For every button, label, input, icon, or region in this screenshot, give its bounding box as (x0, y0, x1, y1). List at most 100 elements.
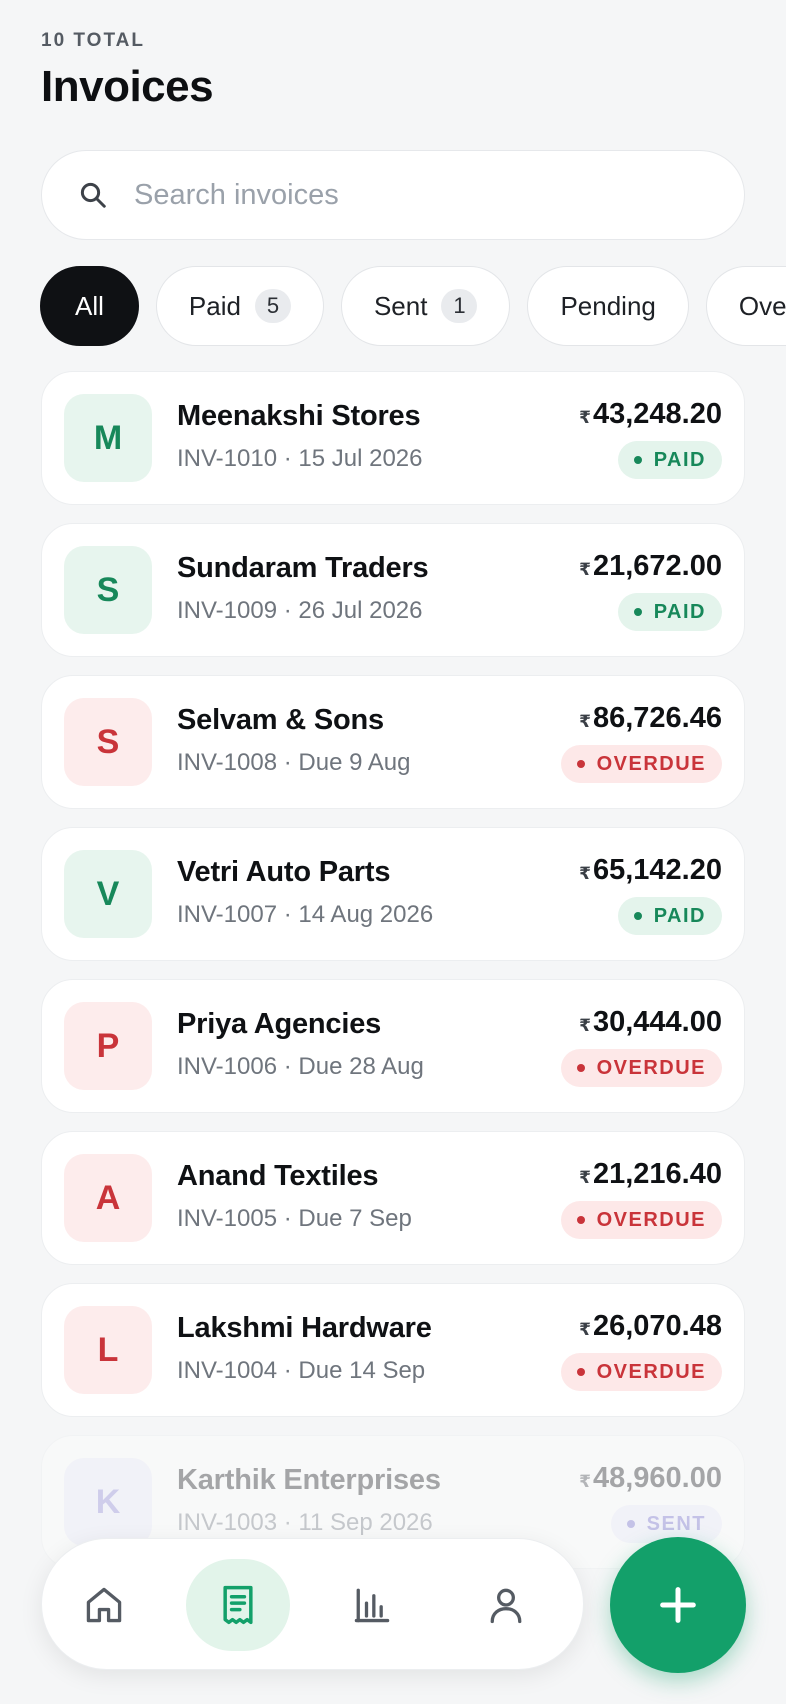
nav-home[interactable] (52, 1559, 156, 1651)
search-input[interactable] (134, 178, 694, 212)
amount-value: 21,672.00 (592, 550, 722, 582)
invoice-card[interactable]: V Vetri Auto Parts INV-1007 · 14 Aug 2026 ₹… (41, 827, 745, 961)
invoice-card[interactable]: P Priya Agencies INV-1006 · Due 28 Aug ₹30,… (41, 979, 745, 1113)
invoice-card[interactable]: S Selvam & Sons INV-1008 · Due 9 Aug ₹86,72… (41, 675, 745, 809)
invoice-meta: INV-1003 · 11 Sep 2026 (177, 1509, 433, 1536)
invoice-amount: ₹86,726.46 (561, 702, 722, 735)
amount-value: 65,142.20 (592, 854, 722, 886)
invoice-meta: INV-1005 · Due 7 Sep (177, 1205, 412, 1232)
bottom-navigation (41, 1538, 584, 1670)
currency-symbol: ₹ (579, 408, 591, 427)
search-icon (80, 182, 106, 208)
client-avatar: K (64, 1458, 152, 1546)
filter-count-badge: 5 (254, 289, 291, 323)
client-name: Karthik Enterprises (177, 1464, 441, 1496)
currency-symbol: ₹ (579, 864, 591, 883)
status-label: PAID (653, 448, 706, 471)
invoice-info: Lakshmi Hardware INV-1004 · Due 14 Sep (177, 1312, 432, 1385)
home-icon (86, 1587, 122, 1623)
invoice-list: M Meenakshi Stores INV-1010 · 15 Jul 2026 ₹… (41, 371, 745, 1587)
invoice-amount-block: ₹30,444.00 OVERDUE (560, 1006, 722, 1087)
invoice-amount-block: ₹48,960.00 SENT (579, 1462, 722, 1543)
nav-profile[interactable] (454, 1559, 558, 1651)
add-invoice-button[interactable] (610, 1537, 746, 1673)
status-badge: OVERDUE (560, 1049, 722, 1087)
status-label: PAID (653, 600, 706, 623)
currency-symbol: ₹ (579, 1472, 591, 1491)
status-badge: OVERDUE (560, 1201, 722, 1239)
invoice-meta: INV-1010 · 15 Jul 2026 (177, 445, 423, 472)
invoice-card[interactable]: M Meenakshi Stores INV-1010 · 15 Jul 2026 ₹… (41, 371, 745, 505)
client-avatar: P (64, 1002, 152, 1090)
status-dot-icon (626, 1520, 635, 1528)
invoice-amount: ₹26,070.48 (561, 1310, 722, 1343)
status-badge: OVERDUE (560, 1353, 722, 1391)
invoice-meta: INV-1007 · 14 Aug 2026 (177, 901, 434, 928)
invoice-card[interactable]: S Sundaram Traders INV-1009 · 26 Jul 2026 ₹… (41, 523, 745, 657)
invoice-card[interactable]: A Anand Textiles INV-1005 · Due 7 Sep ₹21,2… (41, 1131, 745, 1265)
invoice-meta: INV-1006 · Due 28 Aug (177, 1053, 424, 1080)
bar-chart-icon (354, 1588, 390, 1623)
invoice-meta: INV-1004 · Due 14 Sep (177, 1357, 426, 1384)
invoice-amount-block: ₹26,070.48 OVERDUE (560, 1310, 722, 1391)
invoice-info: Karthik Enterprises INV-1003 · 11 Sep 202… (177, 1464, 441, 1537)
filter-chip-label: Overdue (738, 290, 786, 321)
amount-value: 26,070.48 (592, 1310, 722, 1342)
filter-chip-pending[interactable]: Pending (527, 266, 689, 346)
invoice-amount-block: ₹43,248.20 PAID (579, 398, 722, 479)
invoice-amount: ₹43,248.20 (579, 398, 722, 431)
filter-chip-sent[interactable]: Sent 1 (340, 266, 511, 346)
client-avatar: V (64, 850, 152, 938)
status-dot-icon (576, 760, 585, 768)
filter-chip-paid[interactable]: Paid 5 (155, 266, 324, 346)
client-name: Selvam & Sons (177, 704, 384, 736)
status-badge: PAID (617, 897, 722, 935)
invoice-amount-block: ₹21,672.00 PAID (579, 550, 722, 631)
invoice-meta: INV-1008 · Due 9 Aug (177, 749, 411, 776)
amount-value: 48,960.00 (592, 1462, 722, 1494)
page-header: 10 TOTAL Invoices (41, 30, 214, 112)
invoice-info: Selvam & Sons INV-1008 · Due 9 Aug (177, 704, 410, 777)
amount-value: 30,444.00 (592, 1006, 722, 1038)
client-avatar: A (64, 1154, 152, 1242)
filter-chip-label: All (75, 290, 104, 321)
currency-symbol: ₹ (579, 1016, 591, 1035)
invoice-amount-block: ₹21,216.40 OVERDUE (560, 1158, 722, 1239)
amount-value: 43,248.20 (592, 398, 722, 430)
client-avatar: S (64, 546, 152, 634)
status-dot-icon (633, 608, 642, 616)
nav-reports[interactable] (320, 1559, 424, 1651)
invoice-info: Priya Agencies INV-1006 · Due 28 Aug (177, 1008, 424, 1081)
amount-value: 21,216.40 (592, 1158, 722, 1190)
search-bar[interactable] (41, 150, 745, 240)
status-dot-icon (576, 1368, 585, 1376)
invoice-info: Sundaram Traders INV-1009 · 26 Jul 2026 (177, 552, 429, 625)
currency-symbol: ₹ (579, 560, 591, 579)
client-name: Vetri Auto Parts (177, 856, 391, 888)
status-dot-icon (633, 912, 642, 920)
client-name: Priya Agencies (177, 1008, 382, 1040)
currency-symbol: ₹ (579, 712, 591, 731)
status-label: PAID (653, 904, 706, 927)
invoice-info: Meenakshi Stores INV-1010 · 15 Jul 2026 (177, 400, 423, 473)
page-title: Invoices (41, 62, 214, 111)
invoice-amount-block: ₹86,726.46 OVERDUE (560, 702, 722, 783)
filter-chip-all[interactable]: All (40, 266, 139, 346)
amount-value: 86,726.46 (592, 702, 722, 734)
filter-chip-overdue[interactable]: Overdue (705, 266, 786, 346)
client-name: Lakshmi Hardware (177, 1312, 432, 1344)
receipt-icon (223, 1585, 253, 1625)
invoice-count-label: 10 TOTAL (41, 30, 145, 51)
invoice-amount: ₹65,142.20 (579, 854, 722, 887)
currency-symbol: ₹ (579, 1320, 591, 1339)
filter-count-badge: 1 (441, 289, 478, 323)
status-badge: PAID (617, 593, 722, 631)
status-label: OVERDUE (596, 752, 706, 775)
client-avatar: S (64, 698, 152, 786)
client-avatar: M (64, 394, 152, 482)
invoice-card[interactable]: L Lakshmi Hardware INV-1004 · Due 14 Sep ₹2… (41, 1283, 745, 1417)
nav-invoices[interactable] (186, 1559, 290, 1651)
status-badge: OVERDUE (560, 745, 722, 783)
client-avatar: L (64, 1306, 152, 1394)
status-dot-icon (633, 456, 642, 464)
